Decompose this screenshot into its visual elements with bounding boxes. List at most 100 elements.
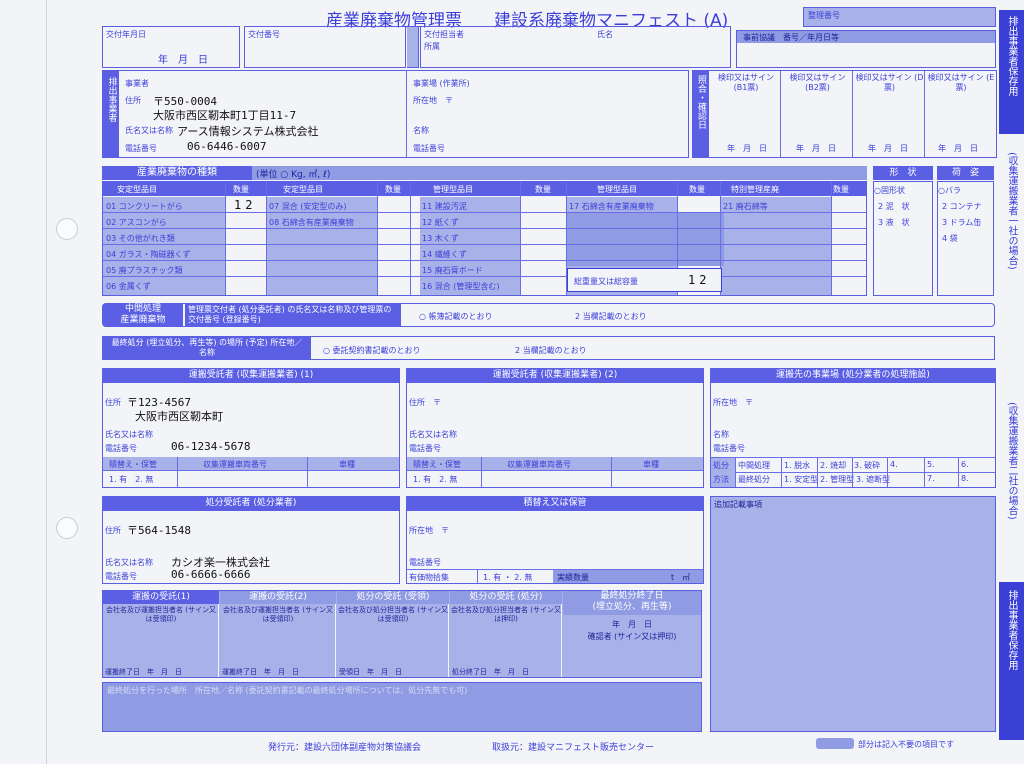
- storage-yuka: 有価物拾集: [409, 573, 449, 582]
- tanto-box: 交付担当者 所属 氏名: [420, 26, 731, 68]
- site-name-label: 名称: [413, 126, 429, 135]
- issue-date-ymd: 年 月 日: [158, 55, 208, 66]
- col1-item-01: 01 コンクリートがら: [106, 202, 183, 211]
- disposer-jusho: 住所: [105, 526, 121, 535]
- gen-tel: 06-6446-6007: [187, 140, 267, 153]
- receipt-3-sub: 会社名及び処分担当者名 (サイン又は受領印): [338, 606, 448, 623]
- jizen-label: 事前協議 番号／年月日等: [743, 33, 839, 42]
- carrier2-car-line: [407, 470, 703, 471]
- pack-4: 4 袋: [942, 234, 958, 243]
- dest-tel: 電話番号: [713, 444, 745, 453]
- colhdr-3: 安定型品目: [283, 185, 323, 194]
- storage-title: 積替え又は保管: [523, 498, 587, 508]
- carrier1-header: 運搬受託者 (収集運搬業者) (1): [102, 368, 400, 382]
- waste-unit: (単位 ○ Kg, ㎥, ℓ): [256, 170, 331, 180]
- carrier1-carno: 収集運搬車両番号: [203, 460, 267, 469]
- confirm-col-3-date: 年 月 日: [868, 144, 908, 153]
- disposer-title: 処分受託者 (処分業者): [205, 498, 297, 508]
- manifest-form: 産業廃棄物管理票 建設系廃棄物マニフェスト (A) 整理番号 交付年月日 年 月…: [0, 0, 1024, 764]
- carrier2-tsumikae: 積替え・保管: [413, 460, 461, 469]
- receipt-4: 処分の受託 (処分) 会社名及び処分担当者名 (サイン又は押印) 処分終了日 年…: [450, 591, 562, 677]
- vdiv-3: [377, 182, 378, 295]
- carrier2-tel-label: 電話番号: [409, 444, 441, 453]
- col1-item-02: 02 アスコンがら: [106, 218, 167, 227]
- intermediate-opt1: ○ 帳簿記載のとおり: [419, 312, 493, 321]
- vdiv-9: [831, 182, 832, 295]
- storage-umu: 1. 有 ・ 2. 無: [483, 573, 533, 582]
- receipt-2-date: 運搬終了日 年 月 日: [222, 668, 299, 676]
- waste-unit-bar: (単位 ○ Kg, ㎥, ℓ): [252, 166, 867, 180]
- confirm-col-2-date: 年 月 日: [796, 144, 836, 153]
- confirm-col-4: 検印又はサイン (E票) 年 月 日: [926, 71, 996, 157]
- colhdr-4: 数量: [385, 185, 401, 194]
- confirm-col-3-label: 検印又はサイン (D票): [855, 73, 924, 92]
- disposer-name-label: 氏名又は名称: [105, 558, 153, 567]
- receipt-4-sub: 会社名及び処分担当者名 (サイン又は押印): [451, 606, 561, 623]
- carrier2-car-div2: [611, 457, 612, 487]
- gen-address-label: 住所: [125, 96, 141, 105]
- footer-legend-swatch: [816, 738, 854, 749]
- dest-grid-v5: [924, 458, 925, 487]
- colhdr-2: 数量: [233, 185, 249, 194]
- dest-hoho: 方法: [713, 475, 729, 484]
- issue-no-label: 交付番号: [248, 30, 280, 39]
- side-top-text: 排出事業者保存用: [1006, 16, 1017, 96]
- storage-header: 積替え又は保管: [406, 496, 704, 510]
- generator-side-text: 排出事業者: [106, 77, 117, 122]
- receipt-2-sub: 会社名及び運搬担当者名 (サイン又は受領印): [223, 606, 333, 623]
- shozoku-label: 所属: [424, 42, 440, 51]
- receipt-1-sub: 会社名及び運搬担当者名 (サイン又は受領印): [106, 606, 216, 623]
- carrier1-tsumikae: 積替え・保管: [109, 460, 157, 469]
- col2-item-07: 07 混合 (安定型のみ): [269, 202, 347, 211]
- col1-item-03: 03 その他がれき類: [106, 234, 175, 243]
- total-value: 12: [688, 273, 711, 287]
- side-mid2-label: (収集運搬業者二社の場合): [999, 400, 1024, 582]
- jizen-box: 事前協議 番号／年月日等: [736, 30, 996, 68]
- gen-tel-label: 電話番号: [125, 144, 157, 153]
- dest-grid-v4: [887, 458, 888, 487]
- waste-type-header-text: 産業廃棄物の種類: [137, 167, 217, 178]
- receipt-4-title: 処分の受託 (処分): [469, 592, 543, 602]
- destination-title: 運搬先の事業場 (処分業者の処理施設): [776, 370, 930, 380]
- storage-box: 所在地 〒 電話番号 有価物拾集 1. 有 ・ 2. 無 実績数量 t ㎥: [406, 510, 704, 584]
- dest-m2-5: 8.: [961, 474, 969, 483]
- carrier1-name-label: 氏名又は名称: [105, 430, 153, 439]
- colhdr-9: 特別管理産廃: [731, 185, 779, 194]
- issue-date-label: 交付年月日: [106, 30, 146, 39]
- col3-item-11: 11 建設汚泥: [422, 202, 467, 211]
- col4-empty-bg: [567, 212, 724, 266]
- jigyosha-label: 事業者: [125, 79, 149, 88]
- receipt-5-subtitle: (埋立処分、再生等): [592, 602, 672, 612]
- disposer-box: 住所 〒564-1548 氏名又は名称 カシオ楽一株式会社 電話番号 06-66…: [102, 510, 400, 584]
- confirm-col-1: 検印又はサイン (B1票) 年 月 日: [711, 71, 781, 157]
- dest-m2-3: 3. 遮断型: [856, 475, 891, 484]
- side-top-label: 排出事業者保存用: [999, 10, 1024, 134]
- side-mid1-label: (収集運搬業者一社の場合): [999, 150, 1024, 332]
- carrier1-address: 大阪市西区靭本町: [135, 410, 223, 423]
- site-tel-label: 電話番号: [413, 144, 445, 153]
- dest-m2-2: 2. 管理型: [820, 475, 855, 484]
- pack-header-text: 荷 姿: [951, 168, 979, 178]
- seiri-box: 整理番号: [803, 7, 996, 27]
- carrier2-carno: 収集運搬車両番号: [507, 460, 571, 469]
- col2-item-08: 08 石綿含有産業廃棄物: [269, 218, 354, 227]
- carrier1-tel-label: 電話番号: [105, 444, 137, 453]
- form-3: 3 液 状: [878, 218, 910, 227]
- colhdr-1: 安定型品目: [117, 185, 157, 194]
- hrow-5: [103, 276, 866, 277]
- additional-title: 追加記載事項: [714, 500, 762, 509]
- confirm-col-3: 検印又はサイン (D票) 年 月 日: [854, 71, 925, 157]
- binding-hole-top: [56, 218, 78, 240]
- waste-table: 安定型品目 数量 安定型品目 数量 管理型品目 数量 管理型品目 数量 特別管理…: [102, 181, 867, 296]
- final-label: 最終処分 (埋立処分、再生等) の場所 (予定) 所在地／名称: [111, 338, 303, 357]
- storage-unit: t ㎥: [671, 573, 691, 582]
- vdiv-2: [266, 182, 267, 295]
- col5-item-21: 21 廃石綿等: [723, 202, 768, 211]
- colhdr-6: 数量: [535, 185, 551, 194]
- storage-qty: 実績数量: [557, 573, 589, 582]
- form-1: ○固形状: [874, 186, 905, 195]
- dest-m1-4: 4.: [890, 460, 898, 469]
- destination-header: 運搬先の事業場 (処分業者の処理施設): [710, 368, 996, 382]
- side-bottom-label: 排出事業者保存用: [999, 582, 1024, 740]
- footer-distributor: 取扱元：建設マニフェスト販売センター: [492, 743, 655, 753]
